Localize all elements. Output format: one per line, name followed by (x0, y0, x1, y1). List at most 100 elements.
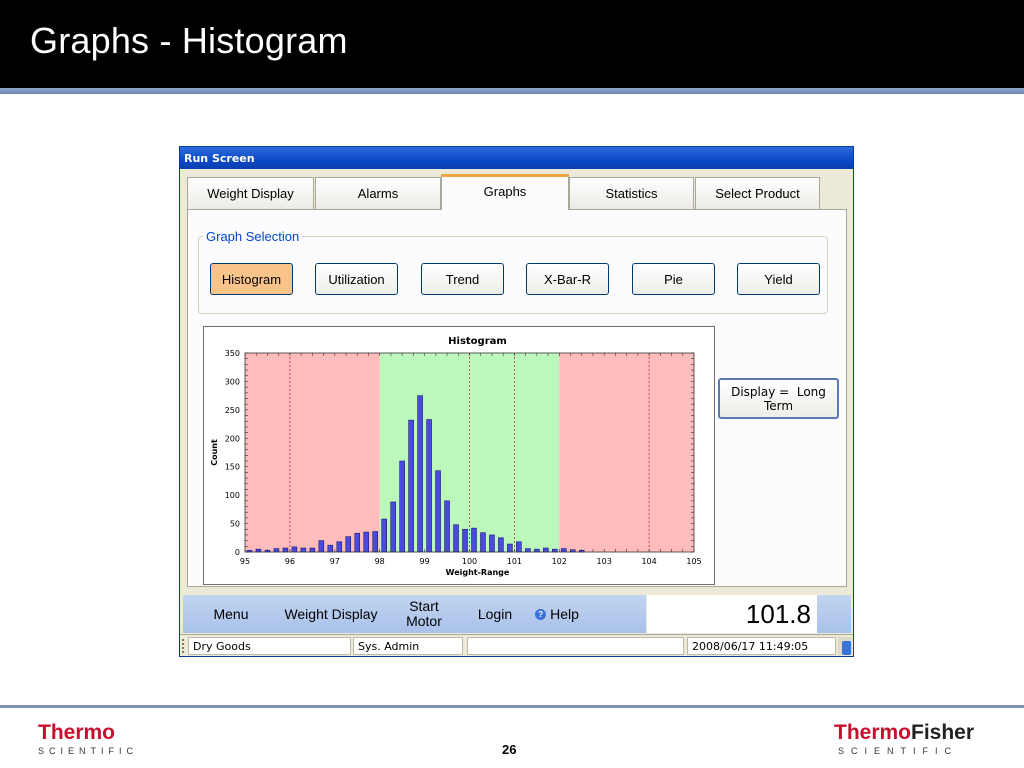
histogram-bar (273, 548, 280, 553)
x-tick-label: 101 (507, 557, 522, 566)
histogram-button[interactable]: Histogram (210, 263, 293, 295)
utilization-button[interactable]: Utilization (315, 263, 398, 295)
histogram-bar (345, 536, 352, 553)
histogram-bar (426, 419, 432, 553)
x-tick-label: 100 (462, 557, 477, 566)
login-button[interactable]: Login (465, 595, 525, 633)
logo-right-brand-dark: Fisher (911, 721, 975, 744)
status-bar: Dry Goods Sys. Admin 2008/06/17 11:49:05 (180, 634, 853, 656)
histogram-bar (453, 524, 459, 553)
slide-title: Graphs - Histogram (30, 20, 348, 61)
logo-right-brand: ThermoFisher (834, 722, 984, 744)
trend-button[interactable]: Trend (421, 263, 504, 295)
histogram-chart: 95 96 97 98 99 100 101 102 103 104 105 0 50 100 150 200… (203, 326, 715, 585)
histogram-bar (489, 534, 495, 553)
histogram-bar (462, 528, 468, 553)
tab-alarms[interactable]: Alarms (315, 177, 441, 209)
histogram-bar (255, 548, 262, 553)
tab-select-product[interactable]: Select Product (695, 177, 820, 209)
histogram-bar (309, 547, 316, 553)
y-tick-label: 200 (225, 434, 240, 443)
window-body: Weight Display Alarms Graphs Statistics … (183, 169, 850, 587)
weight-display-button[interactable]: Weight Display (279, 595, 383, 633)
tab-weight-display[interactable]: Weight Display (187, 177, 314, 209)
zone-reject-2 (559, 353, 694, 552)
histogram-svg: 95 96 97 98 99 100 101 102 103 104 105 0 50 100 150 200… (210, 336, 702, 577)
y-tick-label: 150 (225, 463, 240, 472)
histogram-bar (525, 548, 531, 553)
pie-button[interactable]: Pie (632, 263, 715, 295)
histogram-bar (282, 547, 289, 553)
logo-left-sub: SCIENTIFIC (38, 746, 139, 756)
tab-graphs[interactable]: Graphs (441, 174, 569, 210)
status-user: Sys. Admin (353, 637, 463, 655)
histogram-bar (444, 500, 450, 553)
help-button[interactable]: ? Help (525, 595, 589, 633)
thermo-scientific-logo: Thermo SCIENTIFIC (38, 722, 138, 758)
histogram-bar (300, 547, 307, 553)
start-motor-button[interactable]: Start Motor (383, 595, 465, 633)
x-tick-label: 102 (552, 557, 567, 566)
x-tick-label: 105 (686, 557, 701, 566)
logo-right-sub: SCIENTIFIC (838, 746, 959, 756)
logo-right-brand-red: Thermo (834, 721, 912, 744)
histogram-bar (363, 531, 369, 553)
x-axis-label: Weight-Range (446, 568, 510, 577)
status-product: Dry Goods (188, 637, 351, 655)
y-tick-label: 0 (235, 548, 240, 557)
help-label: Help (550, 605, 579, 622)
readout-pad (817, 595, 851, 633)
histogram-bar (498, 537, 504, 553)
graphs-panel: Graph Selection Histogram Utilization Tr… (187, 209, 847, 587)
help-icon: ? (535, 608, 547, 620)
slide-header: Graphs - Histogram (0, 0, 1024, 88)
window-title: Run Screen (184, 152, 255, 165)
x-tick-label: 99 (420, 557, 430, 566)
x-tick-label: 98 (375, 557, 385, 566)
y-axis-label: Count (210, 439, 219, 466)
run-screen-window: Run Screen Weight Display Alarms Graphs … (179, 146, 854, 657)
histogram-bar (552, 548, 558, 553)
histogram-bar (381, 518, 387, 553)
status-field (467, 637, 684, 655)
graph-selection-label: Graph Selection (203, 229, 303, 244)
histogram-bar (516, 541, 522, 553)
histogram-bar (291, 546, 298, 553)
x-tick-label: 97 (330, 557, 340, 566)
scroll-down-icon[interactable] (842, 641, 851, 655)
histogram-bar (534, 548, 540, 553)
yield-button[interactable]: Yield (737, 263, 820, 295)
histogram-bar (435, 470, 441, 553)
window-titlebar[interactable]: Run Screen (180, 147, 853, 169)
grip-icon (182, 639, 184, 653)
header-stripe (0, 88, 1024, 94)
x-bar-r-button[interactable]: X-Bar-R (526, 263, 609, 295)
page-number: 26 (502, 742, 517, 757)
display-mode-button[interactable]: Display = Long Term (718, 378, 839, 419)
x-tick-label: 96 (285, 557, 295, 566)
histogram-bar (372, 531, 378, 553)
x-tick-label: 104 (641, 557, 656, 566)
histogram-bar (561, 548, 567, 553)
thermo-fisher-logo: ThermoFisher SCIENTIFIC (834, 722, 984, 758)
histogram-bar (354, 532, 361, 553)
histogram-bar (327, 544, 334, 553)
y-tick-label: 350 (225, 349, 240, 358)
histogram-bar (543, 547, 549, 553)
chart-title: Histogram (448, 336, 507, 347)
histogram-bar (507, 543, 513, 553)
histogram-bar (471, 527, 477, 553)
status-datetime: 2008/06/17 11:49:05 (687, 637, 836, 655)
tab-statistics[interactable]: Statistics (569, 177, 694, 209)
histogram-bar (399, 460, 405, 553)
histogram-bar (336, 541, 343, 553)
menu-button[interactable]: Menu (183, 595, 279, 633)
x-tick-label: 103 (597, 557, 612, 566)
histogram-bar (390, 501, 396, 553)
logo-left-brand: Thermo (38, 721, 116, 744)
y-tick-label: 300 (225, 377, 240, 386)
histogram-bar (480, 532, 486, 553)
zone-reject-0 (245, 353, 380, 552)
footer-line (0, 705, 1024, 708)
histogram-bar (408, 419, 414, 553)
